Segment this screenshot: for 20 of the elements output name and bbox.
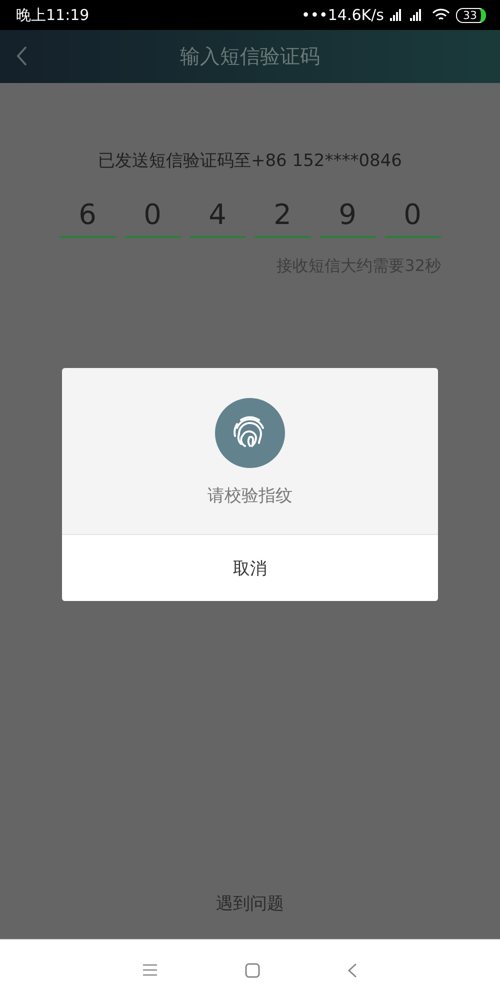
battery-indicator: 33: [456, 8, 486, 22]
code-digit-field[interactable]: 6: [60, 192, 116, 238]
code-digit-field[interactable]: 4: [190, 192, 246, 238]
code-digit-field[interactable]: 9: [320, 192, 376, 238]
fingerprint-prompt: 请校验指纹: [208, 485, 292, 507]
help-link[interactable]: 遇到问题: [216, 892, 284, 915]
menu-icon[interactable]: [143, 964, 157, 976]
back-icon[interactable]: [348, 962, 357, 978]
network-speed: •••14.6K/s: [301, 6, 384, 24]
page-title: 输入短信验证码: [180, 43, 320, 70]
back-icon[interactable]: [16, 46, 28, 66]
code-digit-field[interactable]: 0: [384, 192, 440, 238]
status-time: 晚上11:19: [16, 6, 90, 24]
code-digit-field[interactable]: 0: [124, 192, 180, 238]
cancel-button[interactable]: 取消: [62, 535, 438, 601]
fingerprint-icon: [215, 398, 285, 468]
sent-message: 已发送短信验证码至+86 152****0846: [98, 150, 402, 172]
home-icon[interactable]: [245, 962, 260, 978]
code-digit-field[interactable]: 2: [254, 192, 310, 238]
wifi-icon: [432, 8, 450, 22]
